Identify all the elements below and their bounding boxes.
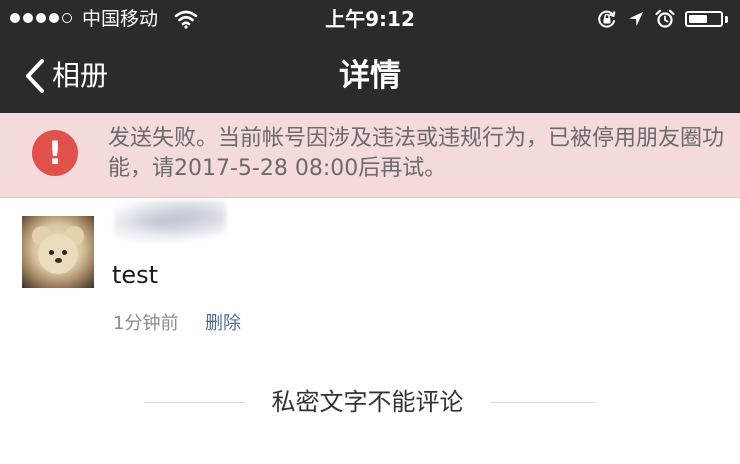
bear-eye — [62, 250, 67, 255]
battery-tip — [725, 15, 728, 23]
battery-icon — [685, 11, 723, 27]
page-title: 详情 — [339, 58, 401, 94]
status-bar: 中国移动 上午9:12 — [0, 0, 740, 38]
blurred-username — [114, 200, 226, 244]
bear-eye — [49, 250, 54, 255]
error-message: 发送失败。当前帐号因涉及违法或违规行为，已被停用朋友圈功能，请2017-5-28… — [108, 126, 725, 181]
divider-right — [490, 402, 596, 403]
exclamation-icon: ! — [32, 130, 78, 176]
alarm-clock-icon — [655, 9, 675, 28]
private-comment-note: 私密文字不能评论 — [271, 388, 464, 416]
post-text: test — [112, 261, 159, 289]
post-time: 1分钟前 — [113, 313, 179, 334]
location-icon — [629, 12, 643, 26]
status-icons — [597, 7, 728, 31]
bear-face — [38, 234, 78, 274]
battery-level — [689, 15, 707, 23]
delete-button[interactable]: 删除 — [205, 312, 241, 336]
avatar[interactable] — [22, 216, 94, 288]
divider-left — [145, 402, 245, 403]
bear-nose — [55, 258, 62, 263]
navigation-bar: 相册 详情 — [0, 38, 740, 113]
orientation-lock-icon — [598, 10, 616, 28]
error-banner: ! 发送失败。当前帐号因涉及违法或违规行为，已被停用朋友圈功能，请2017-5-… — [0, 113, 740, 198]
